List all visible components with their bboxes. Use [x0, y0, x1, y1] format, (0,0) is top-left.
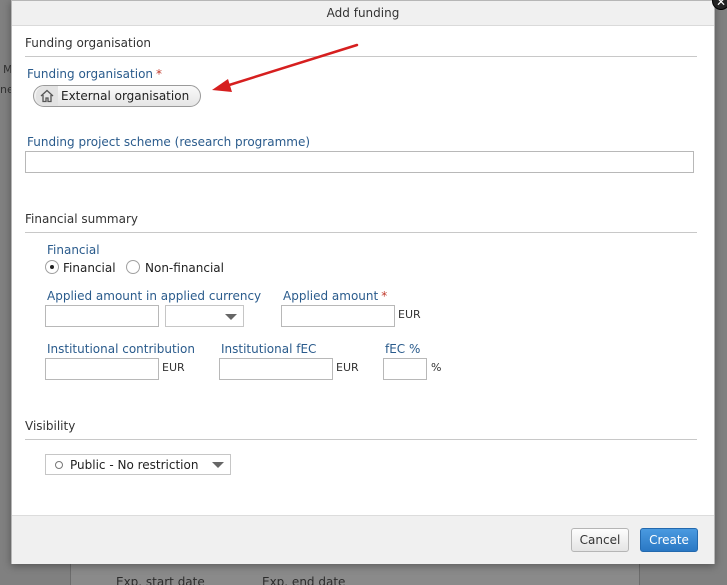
institutional-contribution-input[interactable]	[45, 358, 159, 380]
applied-amount-input[interactable]	[281, 305, 395, 327]
fec-percent-label: fEC %	[385, 342, 421, 356]
applied-currency-amount-input[interactable]	[45, 305, 159, 327]
funding-organisation-chip[interactable]: External organisation	[33, 85, 201, 107]
section-header-financial-summary: Financial summary	[25, 212, 697, 233]
required-star: *	[156, 67, 163, 81]
funding-scheme-input[interactable]	[25, 151, 694, 173]
section-header-visibility: Visibility	[25, 419, 697, 440]
circle-icon	[55, 460, 63, 469]
currency-select[interactable]	[165, 305, 244, 327]
radio-financial-label: Financial	[63, 261, 116, 275]
radio-financial[interactable]	[45, 260, 59, 274]
add-funding-dialog: Add funding Funding organisation Funding…	[11, 0, 715, 564]
chevron-down-icon	[225, 314, 237, 320]
fec-percent-input[interactable]	[383, 358, 427, 380]
background-start-date-label: Exp. start date	[116, 575, 205, 585]
cancel-button[interactable]: Cancel	[571, 528, 629, 552]
visibility-select[interactable]: Public - No restriction	[45, 454, 231, 475]
institutional-contribution-unit: EUR	[162, 361, 185, 374]
institutional-fec-input[interactable]	[219, 358, 333, 380]
funding-organisation-label-text: Funding organisation	[27, 67, 154, 81]
dialog-footer: Cancel Create	[12, 515, 714, 564]
home-icon	[36, 86, 58, 106]
required-star: *	[381, 289, 388, 303]
radio-non-financial-label: Non-financial	[145, 261, 224, 275]
institutional-fec-unit: EUR	[336, 361, 359, 374]
funding-scheme-label: Funding project scheme (research program…	[27, 135, 311, 149]
radio-non-financial[interactable]	[126, 260, 140, 274]
fec-percent-unit: %	[431, 361, 442, 374]
background-end-date-label: Exp. end date	[262, 575, 346, 585]
applied-currency-label: Applied amount in applied currency	[47, 289, 262, 303]
institutional-contribution-label: Institutional contribution	[47, 342, 195, 356]
institutional-fec-label: Institutional fEC	[221, 342, 317, 356]
funding-organisation-label: Funding organisation *	[27, 67, 162, 81]
applied-amount-label-text: Applied amount	[283, 289, 379, 303]
applied-amount-unit: EUR	[398, 308, 421, 321]
create-button[interactable]: Create	[640, 528, 698, 552]
visibility-select-value: Public - No restriction	[70, 457, 199, 472]
chevron-down-icon	[212, 462, 224, 468]
dialog-title: Add funding	[12, 1, 714, 26]
funding-organisation-chip-label: External organisation	[61, 89, 190, 103]
financial-label: Financial	[47, 243, 100, 257]
section-header-funding-organisation: Funding organisation	[25, 36, 697, 57]
applied-amount-label: Applied amount *	[283, 289, 387, 303]
